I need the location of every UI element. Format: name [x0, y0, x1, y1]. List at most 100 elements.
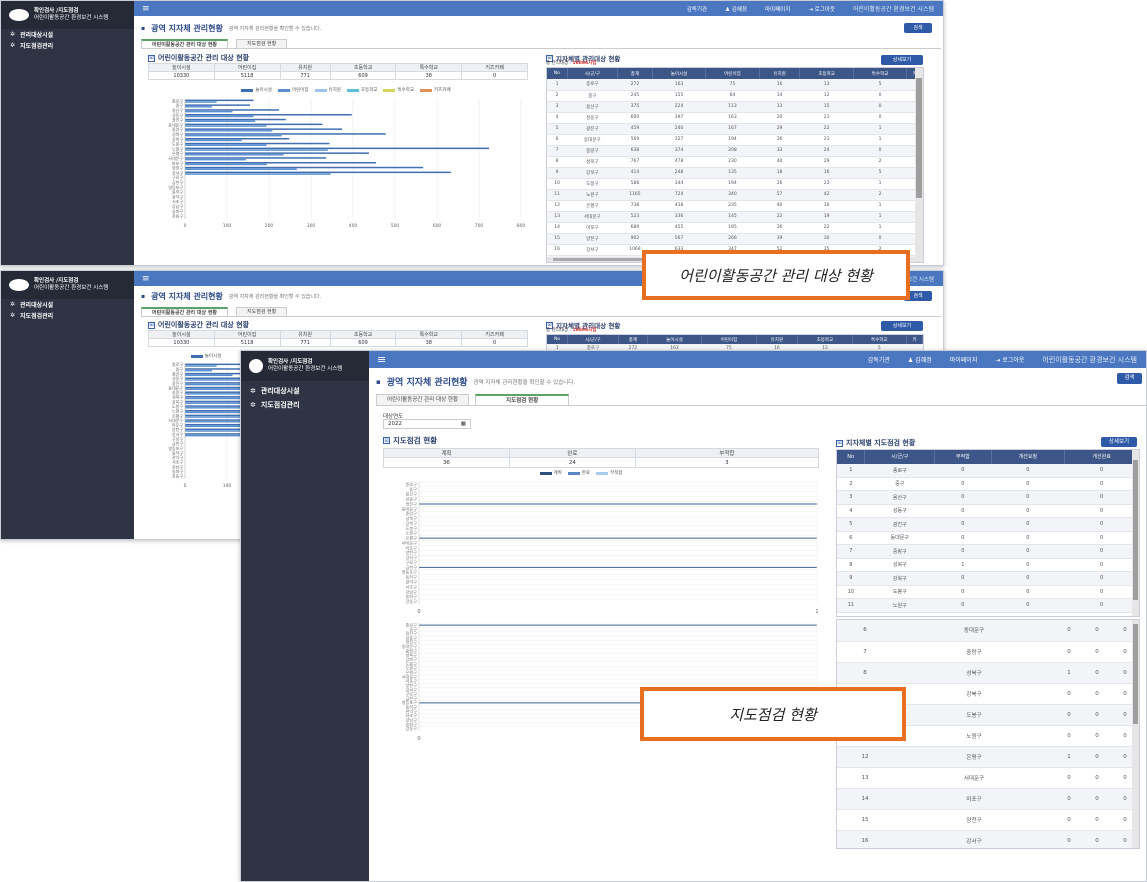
calendar-icon[interactable]: ▦	[461, 421, 466, 427]
table-cell: 0	[1055, 830, 1083, 848]
table-cell: 1	[837, 463, 865, 478]
search-button[interactable]: 검색	[904, 23, 932, 33]
column-header[interactable]: 어린이집	[701, 335, 757, 344]
table-row[interactable]: 10도봉구000	[837, 585, 1139, 599]
menu-toggle-icon[interactable]: ≡	[134, 4, 150, 14]
table-row[interactable]: 12 은평구 1 0 0	[837, 746, 1139, 768]
table-row[interactable]: 2 중구 245 155 64 14 12 0	[547, 90, 923, 102]
table-row[interactable]: 11 노원구 1165 724 340 57 42 2	[547, 189, 923, 201]
menu-toggle-icon[interactable]: ≡	[134, 274, 150, 284]
x-tick-label: 300	[307, 223, 316, 229]
table-row[interactable]: 9강북구000	[837, 571, 1139, 586]
table-row[interactable]: 3 용산구 0 0 0	[837, 490, 1139, 505]
table-cell: 26	[759, 222, 800, 234]
table-row[interactable]: 13 서대문구 523 336 145 22 19 1	[547, 211, 923, 223]
table-row[interactable]: 8 성북구 767 478 230 40 29 2	[547, 156, 923, 168]
topbar-user[interactable]: ♟ 김혜정	[899, 355, 941, 364]
tab-inspection[interactable]: 지도점검 현황	[236, 307, 288, 316]
column-header[interactable]: 특수학교	[852, 335, 908, 344]
table-row[interactable]: 16 강서구 0 0 0	[837, 830, 1139, 848]
menu-inspection[interactable]: ✲ 지도점검관리	[1, 40, 134, 51]
table-row[interactable]: 7 중랑구 638 374 208 33 24 0	[547, 145, 923, 157]
column-header[interactable]: 시/군/구	[567, 335, 619, 344]
column-header[interactable]: 키	[906, 335, 923, 344]
table-row[interactable]: 4 성동구 600 397 163 20 21 0	[547, 112, 923, 124]
detail-button[interactable]: 상세보기	[881, 55, 923, 65]
column-header[interactable]: 특수학교	[853, 68, 908, 79]
table-row[interactable]: 8 성북구 1 0 0	[837, 662, 1139, 684]
table-scrollbar[interactable]	[1132, 620, 1139, 848]
column-header[interactable]: 개선완료	[1064, 450, 1139, 464]
tab-inspection[interactable]: 지도점검 현황	[236, 39, 288, 48]
table-row[interactable]: 8 성북구 1 0 0	[837, 558, 1139, 572]
table-row[interactable]: 2 중구 0 0 0	[837, 477, 1139, 491]
tab-mgmt[interactable]: 어린이활동공간 관리 대상 현황	[376, 394, 470, 405]
table-row[interactable]: 7 중랑구 0 0 0	[837, 641, 1139, 663]
column-header[interactable]: No	[547, 335, 569, 344]
column-header[interactable]: 유치원	[759, 68, 801, 79]
search-button[interactable]: 검색	[1117, 373, 1142, 384]
tab-mgmt[interactable]: 어린이활동공간 관리 대상 현황	[141, 39, 229, 48]
table-row[interactable]: 14 마포구 689 455 195 26 22 1	[547, 222, 923, 234]
table-row[interactable]: 6 동대문구 0 0 0	[837, 620, 1139, 642]
table-row[interactable]: 9 강북구 414 248 135 18 16 5	[547, 167, 923, 179]
tab-inspection[interactable]: 지도점검 현황	[475, 394, 570, 405]
logo-subtitle: 어린이활동공간 환경보건 시스템	[34, 15, 109, 21]
bar	[185, 400, 246, 403]
mypage-link[interactable]: 마이페이지	[756, 5, 799, 13]
table-row[interactable]: 13 서대문구 0 0 0	[837, 767, 1139, 789]
topbar-user[interactable]: ♟ 김혜정	[716, 5, 756, 13]
table-scrollbar[interactable]	[915, 68, 923, 262]
tab-mgmt[interactable]: 어린이활동공간 관리 대상 현황	[141, 307, 229, 316]
menu-toggle-icon[interactable]: ≡	[369, 353, 386, 366]
column-header[interactable]: 초등학교	[797, 335, 853, 344]
column-header[interactable]: 유치원	[756, 335, 799, 344]
menu-inspection[interactable]: ✲ 지도점검관리	[241, 398, 369, 412]
bar	[185, 363, 246, 366]
mypage-link[interactable]: 마이페이지	[941, 355, 987, 364]
column-header[interactable]: 놀이시설	[652, 68, 707, 79]
table-row[interactable]: 12 은평구 738 438 235 40 30 1	[547, 200, 923, 212]
column-header[interactable]: 부적합	[934, 450, 992, 464]
year-input[interactable]: 2022 ▦	[383, 419, 471, 429]
detail-button[interactable]: 상세보기	[1101, 437, 1137, 447]
menu-managed-facilities[interactable]: ✲ 관리대상시설	[1, 29, 134, 40]
table-row[interactable]: 15 양천구 0 0 0	[837, 809, 1139, 831]
column-header[interactable]: 시/군/구	[864, 450, 936, 464]
table-row[interactable]: 6 동대문구 569 327 194 26 21 1	[547, 134, 923, 146]
column-header[interactable]: 시/군/구	[567, 68, 619, 79]
table-row[interactable]: 5 광진구 0 0 0	[837, 517, 1139, 532]
column-header[interactable]: 초등학교	[799, 68, 854, 79]
table-row[interactable]: 14 마포구 0 0 0	[837, 788, 1139, 810]
detail-button[interactable]: 상세보기	[881, 321, 923, 331]
column-header[interactable]: 총계	[618, 335, 648, 344]
column-header[interactable]: 어린이집	[705, 68, 760, 79]
table-cell: 248	[652, 167, 706, 179]
table-row[interactable]: 11노원구000	[837, 598, 1139, 613]
table-row[interactable]: 15 양천구 902 567 266 39 30 0	[547, 233, 923, 245]
table-cell: 33	[759, 145, 800, 157]
table-row[interactable]: 5 광진구 459 240 167 29 22 1	[547, 123, 923, 135]
column-header[interactable]: 놀이시설	[647, 335, 703, 344]
column-header[interactable]: No	[837, 450, 866, 464]
table-row[interactable]: 10 도봉구 588 344 194 26 23 1	[547, 178, 923, 190]
column-header[interactable]: 개선요청	[991, 450, 1066, 464]
menu-inspection[interactable]: ✲ 지도점검관리	[1, 310, 134, 321]
column-header[interactable]: No	[547, 68, 568, 79]
bar	[185, 382, 246, 384]
table-row[interactable]: 4 성동구 0 0 0	[837, 504, 1139, 518]
table-scrollbar[interactable]	[1132, 450, 1139, 616]
logout-link[interactable]: ⇥ 로그아웃	[986, 355, 1033, 364]
table-cell: 종로구	[567, 79, 618, 91]
menu-managed-facilities[interactable]: ✲ 관리대상시설	[1, 299, 134, 310]
table-row[interactable]: 1 종로구 272 163 75 16 13 5	[547, 79, 923, 91]
menu-managed-facilities[interactable]: ✲ 관리대상시설	[241, 384, 369, 398]
table-row[interactable]: 1 종로구 0 0 0	[837, 463, 1139, 478]
bar	[185, 377, 246, 380]
table-cell: 중구	[864, 477, 935, 491]
table-row[interactable]: 3 용산구 375 224 113 13 15 0	[547, 101, 923, 113]
table-row[interactable]: 7 중랑구 0 0 0	[837, 544, 1139, 559]
column-header[interactable]: 총계	[617, 68, 653, 79]
logout-link[interactable]: ⇥ 로그아웃	[799, 5, 844, 13]
table-row[interactable]: 6 동대문구 0 0 0	[837, 531, 1139, 545]
